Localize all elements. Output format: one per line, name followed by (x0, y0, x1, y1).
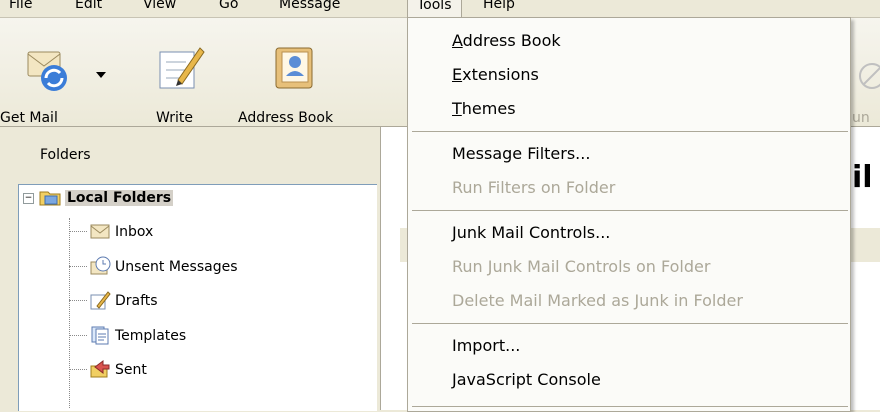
write-button[interactable]: Write (148, 28, 208, 128)
menu-edit[interactable]: Edit (66, 0, 111, 17)
menu-item-extensions-label: xtensions (462, 65, 539, 84)
stop-icon (859, 63, 880, 89)
menu-item-run-filters-on-folder: Run Filters on Folder (452, 176, 615, 200)
inbox-label: Inbox (115, 224, 154, 240)
sent-icon (90, 360, 110, 378)
inbox-icon (90, 224, 110, 239)
menu-item-junk-mail-controls-label: Junk Mail Controls... (452, 223, 611, 242)
menu-item-delete-junk-label: Delete Mail Marked as Junk in Folder (452, 291, 743, 310)
menu-item-import-label: Import... (452, 336, 521, 355)
menu-file[interactable]: File (0, 0, 41, 17)
local-folders-label: Local Folders (65, 190, 174, 206)
menu-item-run-filters-label: Run Filters on Folder (452, 178, 616, 197)
menu-bar: File Edit View Go Message Tools Help (0, 0, 880, 18)
chevron-down-icon[interactable] (96, 72, 106, 80)
menu-item-extensions[interactable]: Extensions (452, 63, 539, 87)
truncated-toolbar-button[interactable]: un (850, 28, 880, 128)
tree-item-local-folders[interactable]: Local Folders (39, 185, 174, 211)
address-book-icon (275, 47, 313, 89)
write-label: Write (156, 110, 193, 126)
write-icon (159, 47, 205, 89)
tree-connector (69, 231, 87, 232)
menu-item-run-junk-controls-on-folder: Run Junk Mail Controls on Folder (452, 255, 710, 279)
truncated-toolbar-label: un (852, 110, 870, 126)
unsent-messages-label: Unsent Messages (115, 259, 238, 275)
menu-go[interactable]: Go (210, 0, 247, 17)
menu-item-import[interactable]: Import... (452, 334, 520, 358)
menu-separator (412, 131, 848, 132)
tree-item-unsent-messages[interactable]: Unsent Messages (89, 254, 238, 280)
menu-item-delete-junk-mail: Delete Mail Marked as Junk in Folder (452, 289, 743, 313)
folder-pane: Folders − Local Folders Inbox Unsent Mes… (0, 127, 378, 411)
tree-item-templates[interactable]: Templates (89, 323, 186, 349)
menu-item-javascript-console[interactable]: JavaScript Console (452, 368, 601, 392)
get-mail-button[interactable]: Get Mail (0, 28, 112, 128)
unsent-messages-icon (90, 256, 111, 275)
tree-connector (69, 300, 87, 301)
get-mail-icon (27, 51, 67, 91)
sent-label: Sent (115, 362, 147, 378)
tree-connector (69, 218, 70, 408)
tools-menu: Address Book Extensions Themes Message F… (407, 17, 851, 412)
folder-tree: − Local Folders Inbox Unsent Messages Dr… (18, 184, 377, 411)
tree-connector (69, 335, 87, 336)
tree-connector (69, 369, 87, 370)
menu-item-run-junk-controls-label: Run Junk Mail Controls on Folder (452, 257, 711, 276)
templates-icon (91, 326, 109, 345)
menu-item-junk-mail-controls[interactable]: Junk Mail Controls... (452, 221, 610, 245)
menu-item-themes-label: hemes (461, 99, 516, 118)
address-book-button[interactable]: Address Book (234, 28, 374, 128)
menu-item-address-book-label: ddress Book (462, 31, 561, 50)
templates-label: Templates (115, 328, 187, 344)
menu-item-address-book[interactable]: Address Book (452, 29, 561, 53)
menu-item-message-filters[interactable]: Message Filters... (452, 142, 590, 166)
menu-help[interactable]: Help (474, 0, 524, 17)
menu-message[interactable]: Message (270, 0, 349, 17)
local-folders-icon (39, 191, 61, 206)
address-book-label: Address Book (238, 110, 334, 126)
folder-pane-header: Folders (40, 147, 91, 163)
menu-separator (412, 210, 848, 211)
drafts-icon (90, 291, 111, 310)
get-mail-label: Get Mail (0, 110, 58, 126)
menu-view[interactable]: View (134, 0, 185, 17)
tree-item-drafts[interactable]: Drafts (89, 288, 158, 314)
tree-item-sent[interactable]: Sent (89, 357, 147, 383)
menu-item-themes[interactable]: Themes (452, 97, 516, 121)
tree-item-inbox[interactable]: Inbox (89, 219, 153, 245)
drafts-label: Drafts (115, 293, 158, 309)
message-pane-heading: il (852, 160, 873, 195)
menu-separator (412, 323, 848, 324)
menu-item-message-filters-label: Message Filters... (452, 144, 591, 163)
menu-tools[interactable]: Tools (407, 0, 462, 17)
collapse-toggle[interactable]: − (23, 193, 34, 204)
menu-separator (412, 406, 848, 407)
menu-item-javascript-console-label: JavaScript Console (452, 370, 601, 389)
tree-connector (69, 266, 87, 267)
